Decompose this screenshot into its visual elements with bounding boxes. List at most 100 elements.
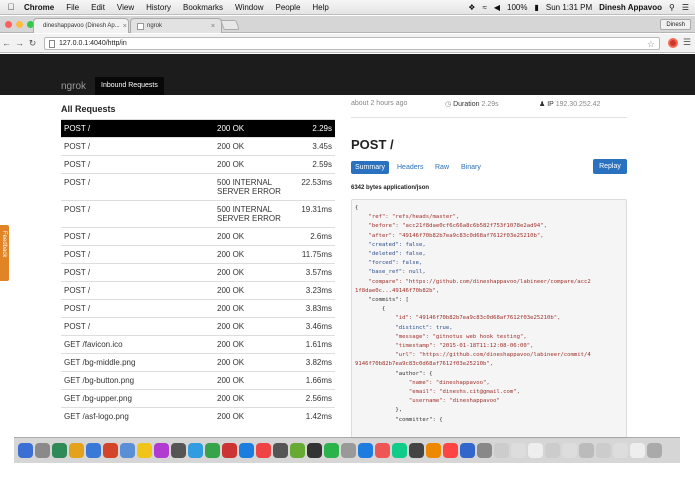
request-duration: 2.6ms [310,232,332,241]
request-row[interactable]: GET /bg-upper.png 200 OK 2.56ms [61,389,335,407]
clock[interactable]: Sun 1:31 PM [546,3,592,12]
dock-app-icon[interactable] [86,443,101,458]
request-row[interactable]: POST / 200 OK 3.23ms [61,281,335,299]
battery-icon[interactable]: ▮ [534,3,538,12]
dock-app-icon[interactable] [477,443,492,458]
menu-bookmarks[interactable]: Bookmarks [177,3,229,12]
menu-people[interactable]: People [269,3,306,12]
notification-center-icon[interactable]: ☰ [682,3,689,12]
request-row[interactable]: POST / 200 OK 3.45s [61,137,335,155]
menu-app-chrome[interactable]: Chrome [18,3,60,12]
wifi-icon[interactable]: ≈ [482,3,486,12]
tab-headers[interactable]: Headers [393,161,427,174]
dock-app-icon[interactable] [205,443,220,458]
dock-app-icon[interactable] [443,443,458,458]
dock-app-icon[interactable] [18,443,33,458]
ngrok-brand[interactable]: ngrok [61,81,86,92]
menu-edit[interactable]: Edit [85,3,111,12]
dock-app-icon[interactable] [239,443,254,458]
dock-app-icon[interactable] [120,443,135,458]
request-row[interactable]: POST / 200 OK 2.6ms [61,227,335,245]
forward-icon[interactable]: → [13,38,26,48]
volume-icon[interactable]: ◀ [494,3,500,12]
chrome-menu-icon[interactable]: ☰ [683,37,691,48]
menu-help[interactable]: Help [306,3,334,12]
address-bar[interactable]: 127.0.0.1:4040/http/in ☆ [44,37,660,50]
json-line: "commits": [ [355,297,409,304]
dock-app-icon[interactable] [69,443,84,458]
dock-app-icon[interactable] [579,443,594,458]
dock-app-icon[interactable] [307,443,322,458]
tab-binary[interactable]: Binary [457,161,485,174]
close-tab-icon[interactable]: × [123,23,127,30]
replay-button[interactable]: Replay [593,159,627,174]
dock-app-icon[interactable] [613,443,628,458]
request-row[interactable]: GET /favicon.ico 200 OK 1.61ms [61,335,335,353]
dropbox-icon[interactable]: ❖ [468,3,475,12]
dock-app-icon[interactable] [273,443,288,458]
dock-app-icon[interactable] [562,443,577,458]
menu-view[interactable]: View [111,3,140,12]
dock-app-icon[interactable] [103,443,118,458]
dock-app-icon[interactable] [460,443,475,458]
back-icon[interactable]: ← [0,38,13,48]
tab-raw[interactable]: Raw [431,161,453,174]
dock-app-icon[interactable] [341,443,356,458]
dock-app-icon[interactable] [392,443,407,458]
request-row[interactable]: POST / 200 OK 2.59s [61,155,335,173]
tab-ngrok[interactable]: ngrok × [130,18,222,33]
request-row[interactable]: POST / 500 INTERNAL SERVER ERROR 19.31ms [61,200,335,227]
dock-app-icon[interactable] [35,443,50,458]
dock-app-icon[interactable] [256,443,271,458]
dock-app-icon[interactable] [137,443,152,458]
dock-app-icon[interactable] [188,443,203,458]
close-window-icon[interactable] [5,21,12,28]
dock-app-icon[interactable] [596,443,611,458]
dock-app-icon[interactable] [358,443,373,458]
bookmark-star-icon[interactable]: ☆ [647,38,655,50]
request-row[interactable]: GET /asf-logo.png 200 OK 1.42ms [61,407,335,425]
dock-app-icon[interactable] [324,443,339,458]
nav-inbound-requests[interactable]: Inbound Requests [95,77,164,95]
dock-app-icon[interactable] [409,443,424,458]
dock-app-icon[interactable] [154,443,169,458]
reload-icon[interactable]: ↻ [26,38,39,49]
spotlight-icon[interactable]: ⚲ [669,3,675,12]
tab-github[interactable]: dineshappavoo (Dinesh Ap... × [33,18,129,33]
request-row[interactable]: POST / 200 OK 3.46ms [61,317,335,335]
request-row[interactable]: POST / 500 INTERNAL SERVER ERROR 22.53ms [61,173,335,200]
detail-tabs: Summary Headers Raw Binary Replay [351,159,627,175]
request-row[interactable]: POST / 200 OK 2.29s [61,119,335,137]
content-type: 6342 bytes application/json [351,185,430,191]
request-row[interactable]: POST / 200 OK 3.57ms [61,263,335,281]
dock-app-icon[interactable] [545,443,560,458]
minimize-window-icon[interactable] [16,21,23,28]
request-row[interactable]: POST / 200 OK 3.83ms [61,299,335,317]
tab-summary[interactable]: Summary [351,161,389,174]
dock-app-icon[interactable] [630,443,645,458]
dock-app-icon[interactable] [511,443,526,458]
menu-window[interactable]: Window [229,3,269,12]
request-row[interactable]: POST / 200 OK 11.75ms [61,245,335,263]
feedback-tab[interactable]: Feedback [0,225,9,281]
dock-app-icon[interactable] [290,443,305,458]
user-name[interactable]: Dinesh Appavoo [599,3,662,12]
request-row[interactable]: GET /bg-button.png 200 OK 1.66ms [61,371,335,389]
dock-app-icon[interactable] [647,443,662,458]
opera-extension-icon[interactable] [667,37,678,48]
new-tab-button[interactable] [220,20,240,30]
dock-app-icon[interactable] [494,443,509,458]
apple-menu-icon[interactable]:  [4,2,18,12]
close-tab-icon[interactable]: × [211,23,215,30]
dock-app-icon[interactable] [375,443,390,458]
json-line: "author": { [355,370,433,377]
request-row[interactable]: GET /bg-middle.png 200 OK 3.82ms [61,353,335,371]
menu-file[interactable]: File [60,3,85,12]
dock-app-icon[interactable] [426,443,441,458]
dock-app-icon[interactable] [171,443,186,458]
menu-history[interactable]: History [140,3,177,12]
profile-button[interactable]: Dinesh [660,19,691,30]
dock-app-icon[interactable] [52,443,67,458]
dock-app-icon[interactable] [528,443,543,458]
dock-app-icon[interactable] [222,443,237,458]
